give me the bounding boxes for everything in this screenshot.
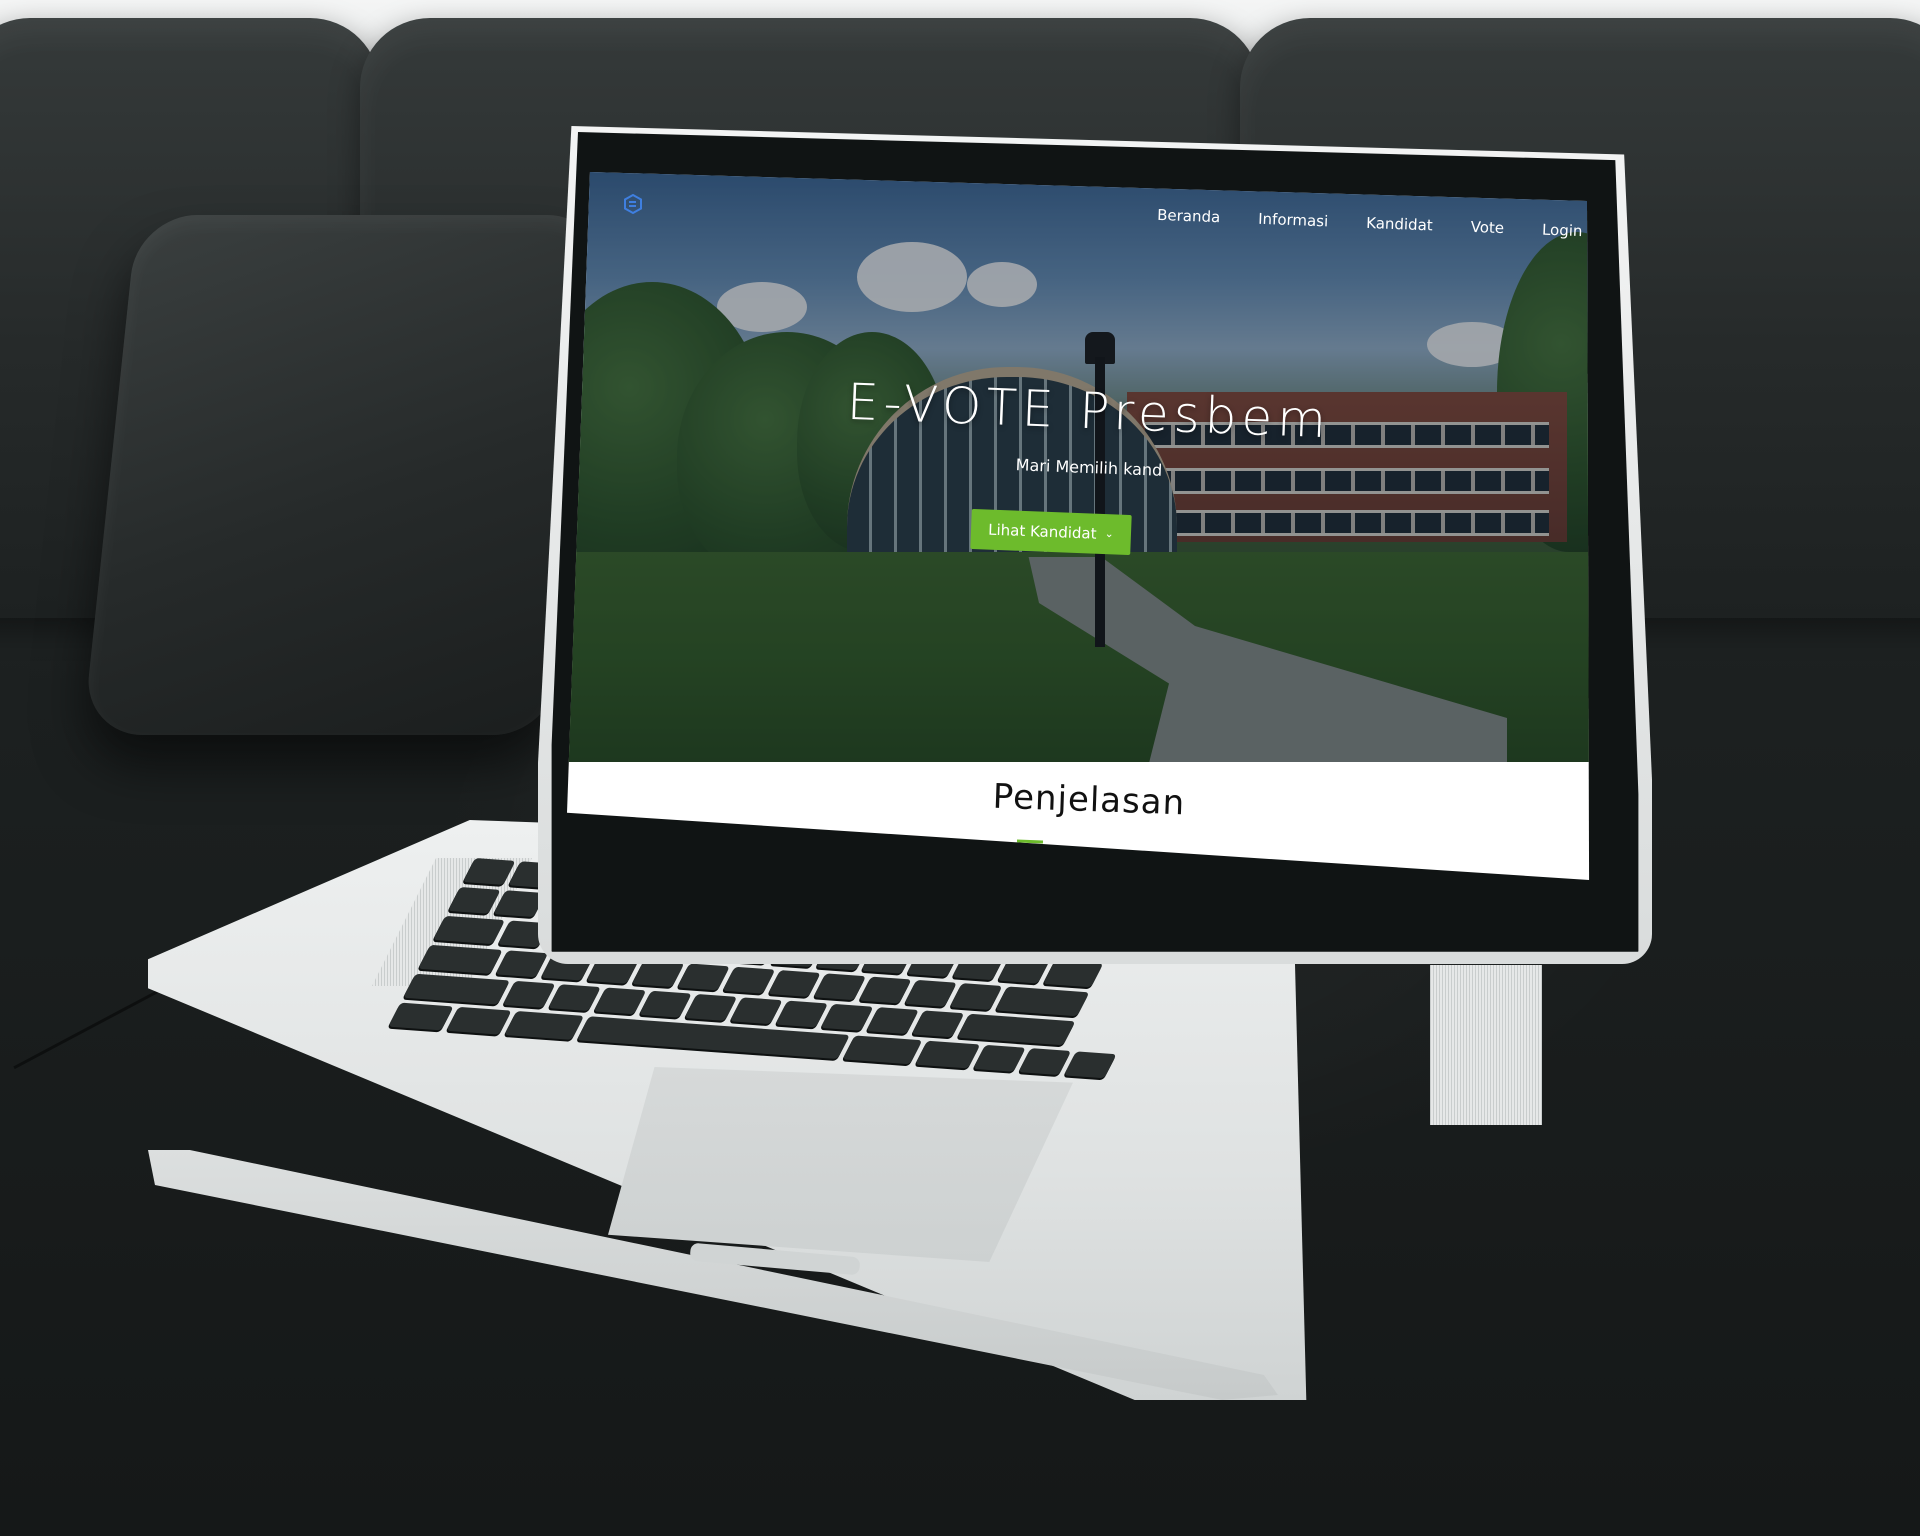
nav-item-kandidat[interactable]: Kandidat: [1366, 214, 1433, 235]
nav-item-informasi[interactable]: Informasi: [1258, 210, 1329, 231]
logo-icon: [624, 193, 642, 215]
laptop-screen: Beranda Informasi Kandidat Vote Login E-…: [567, 172, 1590, 880]
nav-item-login[interactable]: Login: [1542, 221, 1583, 241]
hero-section: Beranda Informasi Kandidat Vote Login E-…: [567, 172, 1590, 762]
sofa-pillow: [82, 215, 608, 735]
lihat-kandidat-label: Lihat Kandidat: [987, 520, 1097, 543]
nav-item-vote[interactable]: Vote: [1471, 218, 1505, 237]
lihat-kandidat-button[interactable]: Lihat Kandidat ⌄: [970, 508, 1132, 556]
speaker-grille-right: [1430, 965, 1542, 1125]
nav-item-beranda[interactable]: Beranda: [1157, 206, 1221, 226]
chevron-down-icon: ⌄: [1104, 526, 1115, 540]
site-logo[interactable]: [623, 193, 643, 215]
